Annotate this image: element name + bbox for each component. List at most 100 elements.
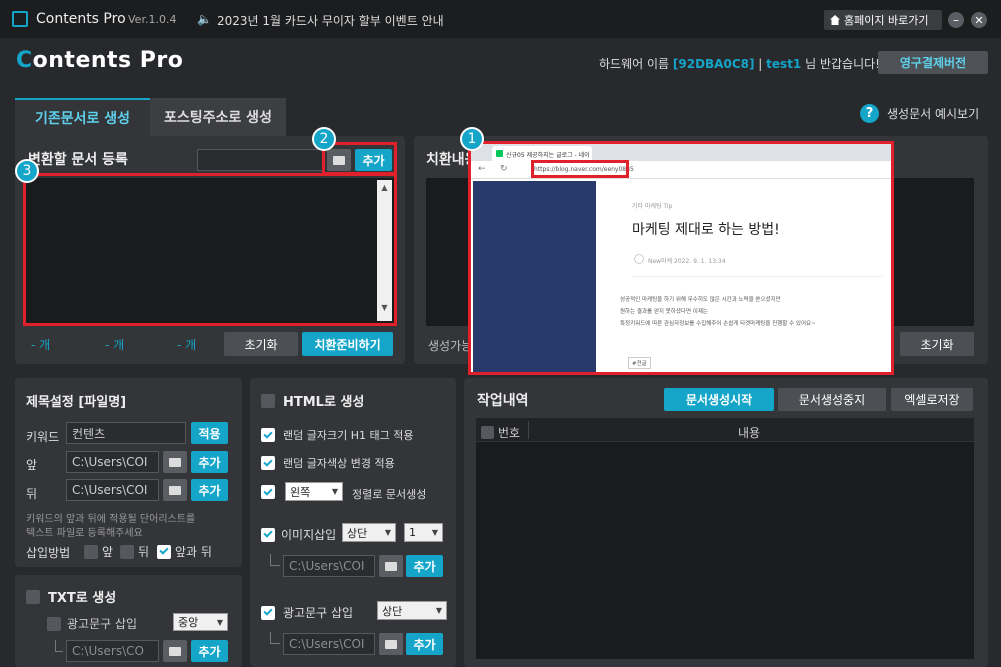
txt-path-input[interactable]: C:\Users\CO [66,640,159,662]
license-button[interactable]: 영구결제버전 [878,51,988,74]
txt-title: TXT로 생성 [48,591,117,606]
html-ad-position-value: 상단 [382,604,403,618]
chevron-down-icon: ▼ [435,606,442,615]
align-option[interactable] [261,485,275,499]
chevron-down-icon: ▼ [431,528,438,537]
back-folder-button[interactable] [163,479,187,501]
close-button[interactable]: ✕ [971,12,987,28]
image-position-select[interactable]: 상단 ▼ [342,523,396,542]
excel-button[interactable]: 엑셀로저장 [891,388,973,411]
h1-option[interactable]: 랜덤 글자크기 H1 태그 적용 [261,427,413,443]
header: Contents Pro 하드웨어 이름 [92DBA0C8] | test1 … [0,38,1001,90]
back-add-button[interactable]: 추가 [191,479,228,501]
color-checkbox[interactable] [261,456,275,470]
txt-add-button[interactable]: 추가 [191,640,228,662]
insert-method-label: 삽입방법 [26,546,71,560]
question-icon: ? [860,104,879,123]
work-select-all[interactable]: 번호 [481,424,520,441]
stop-button[interactable]: 문서생성중지 [778,388,886,411]
work-select-all-checkbox[interactable] [481,426,494,439]
insert-both-option[interactable]: 앞과 뒤 [157,543,212,560]
front-path-input[interactable]: C:\Users\COI [66,451,159,473]
align-select[interactable]: 왼쪽 ▼ [285,482,343,501]
folder-icon [385,639,397,649]
prepare-replace-button[interactable]: 치환준비하기 [302,332,393,356]
html-ad-checkbox[interactable] [261,605,275,620]
col-number: 번호 [498,426,521,440]
speaker-icon: 🔈 [197,12,212,26]
txt-ad-option[interactable]: 광고문구 삽입 [47,615,137,632]
tab-posting-url[interactable]: 포스팅주소로 생성 [150,98,286,136]
title-hint-2: 텍스트 파일로 등록해주세요 [26,528,143,539]
image-count-select[interactable]: 1 ▼ [404,523,443,542]
help-link[interactable]: ? 생성문서 예시보기 [860,104,979,123]
html-ad-add-button[interactable]: 추가 [406,633,443,655]
html-ad-folder-button[interactable] [379,633,403,655]
insert-both-checkbox[interactable] [157,544,171,559]
html-ad-position-select[interactable]: 상단 ▼ [377,601,447,620]
h1-checkbox[interactable] [261,428,275,442]
home-icon [830,15,840,25]
back-label: 뒤 [26,487,38,501]
html-checkbox[interactable] [261,393,275,408]
badge-2: 2 [312,127,336,151]
logo: Contents Pro [16,48,184,73]
minimize-button[interactable]: – [948,12,964,28]
keyword-apply-button[interactable]: 적용 [191,422,228,444]
html-ad-option[interactable]: 광고문구 삽입 [261,604,353,621]
html-toggle[interactable]: HTML로 생성 [261,391,364,410]
insert-back-checkbox[interactable] [120,544,134,559]
folder-icon [385,561,397,571]
replace-reset-button[interactable]: 초기화 [900,332,974,356]
badge-1: 1 [460,127,484,151]
front-folder-button[interactable] [163,451,187,473]
annotation-box-doclist [23,173,397,326]
image-position-value: 상단 [347,526,368,540]
image-checkbox[interactable] [261,527,275,542]
tab-existing-doc[interactable]: 기존문서로 생성 [15,98,150,136]
hw-id: [92DBA0C8] [672,57,755,71]
start-button[interactable]: 문서생성시작 [664,388,774,411]
title-bar: Contents Pro Ver.1.0.4 🔈 2023년 1월 카드사 무이… [0,0,1001,38]
back-path-input[interactable]: C:\Users\COI [66,479,159,501]
align-checkbox[interactable] [261,485,275,499]
image-add-button[interactable]: 추가 [406,555,443,577]
html-ad-path-input[interactable]: C:\Users\COI [283,633,375,655]
col-divider [528,421,529,439]
title-settings-heading: 제목설정 [파일명] [26,395,127,410]
app-icon [12,11,28,27]
chevron-down-icon: ▼ [216,617,223,627]
doc-name-input[interactable] [197,149,323,171]
image-folder-button[interactable] [379,555,403,577]
doc-reset-button[interactable]: 초기화 [224,332,298,356]
homepage-label: 홈페이지 바로가기 [844,14,929,27]
image-path-input[interactable]: C:\Users\COI [283,555,375,577]
txt-ad-position-select[interactable]: 중앙 ▼ [173,613,228,631]
folder-icon [169,485,181,495]
keyword-input[interactable]: 컨텐츠 [66,422,186,444]
notice-link[interactable]: 2023년 1월 카드사 무이자 할부 이벤트 안내 [217,12,444,29]
html-ad-path-branch [270,632,280,644]
image-label: 이미지삽입 [281,528,337,542]
txt-ad-checkbox[interactable] [47,616,61,631]
app-version: Ver.1.0.4 [128,13,177,26]
count-2: - 개 [105,338,125,352]
insert-front-option[interactable]: 앞 [84,543,113,560]
txt-folder-button[interactable] [163,640,187,662]
front-add-button[interactable]: 추가 [191,451,228,473]
homepage-button[interactable]: 홈페이지 바로가기 [824,10,942,30]
color-label: 랜덤 글자색상 변경 적용 [283,457,395,470]
txt-checkbox[interactable] [26,589,40,604]
keyword-label: 키워드 [26,430,60,444]
insert-front-checkbox[interactable] [84,544,98,559]
chevron-down-icon: ▼ [384,528,391,537]
image-option[interactable]: 이미지삽입 [261,526,336,543]
txt-toggle[interactable]: TXT로 생성 [26,587,116,606]
html-title: HTML로 생성 [283,395,365,410]
hardware-info: 하드웨어 이름 [92DBA0C8] | test1 님 반갑습니다! [599,55,880,72]
color-option[interactable]: 랜덤 글자색상 변경 적용 [261,455,395,471]
txt-path-branch [55,640,63,652]
annotation-box-add [322,142,397,175]
insert-back-option[interactable]: 뒤 [120,543,149,560]
hw-label: 하드웨어 이름 [599,57,670,71]
